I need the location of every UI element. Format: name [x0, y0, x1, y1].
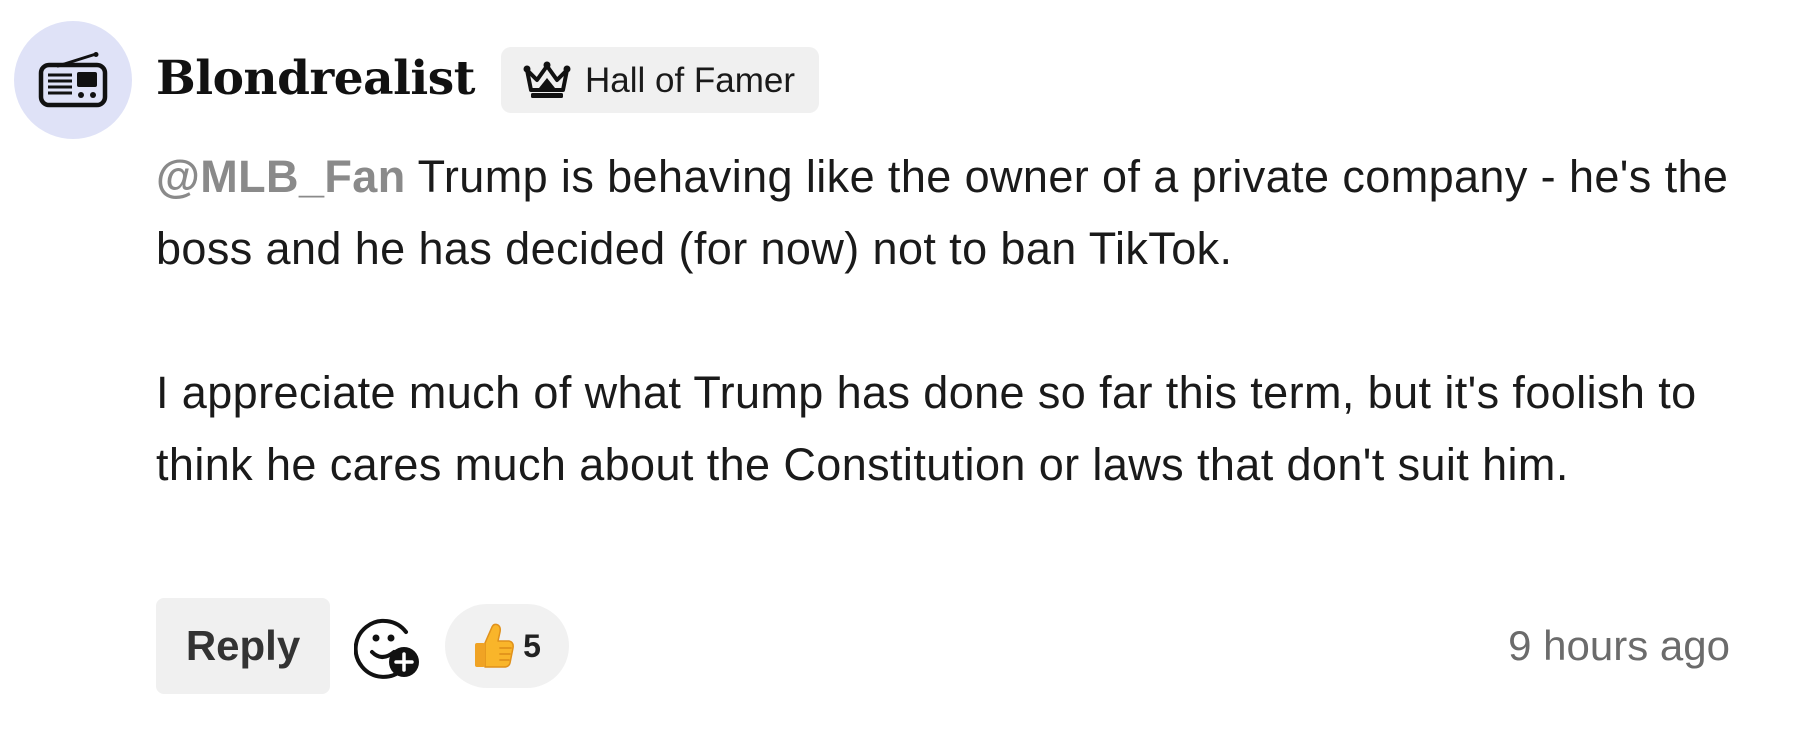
add-emoji-icon[interactable] — [354, 612, 422, 680]
comment-paragraph: I appreciate much of what Trump has done… — [156, 367, 1697, 490]
reply-button[interactable]: Reply — [156, 598, 330, 694]
radio-icon — [38, 52, 108, 108]
comment-actions: Reply 5 9 hours ago — [156, 598, 1736, 694]
timestamp: 9 hours ago — [1508, 622, 1730, 669]
thumbs-up-icon — [475, 623, 514, 668]
username[interactable]: Blondrealist — [156, 55, 475, 102]
reaction-thumbs-up[interactable]: 5 — [445, 604, 569, 688]
avatar[interactable] — [14, 21, 132, 139]
badge-label: Hall of Famer — [584, 60, 796, 100]
mention-link[interactable]: @MLB_Fan — [156, 151, 406, 202]
comment-header: Blondrealist Hall of Famer — [156, 47, 820, 113]
crown-icon — [523, 61, 571, 98]
comment-paragraph: @MLB_Fan Trump is behaving like the owne… — [156, 141, 1756, 285]
comment-body: @MLB_Fan Trump is behaving like the owne… — [156, 141, 1756, 501]
reaction-count: 5 — [523, 627, 541, 664]
comment-card: Blondrealist Hall of Famer @MLB_Fan Trum… — [0, 0, 1793, 754]
user-badge: Hall of Famer — [500, 47, 820, 113]
